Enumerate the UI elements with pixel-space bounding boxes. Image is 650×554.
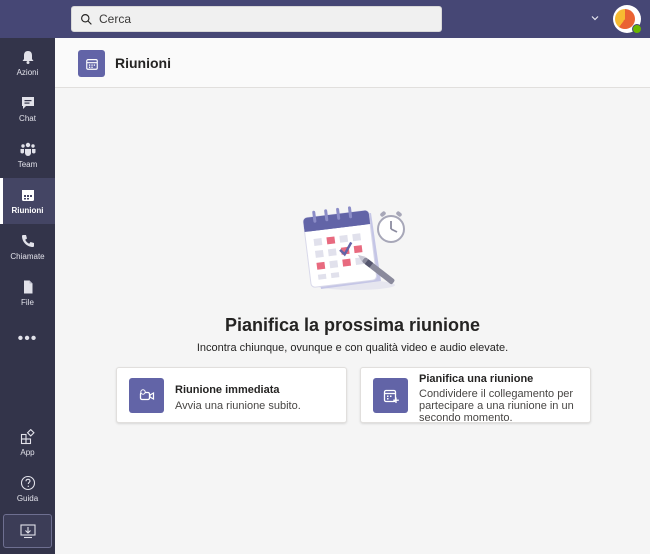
apps-icon <box>20 429 35 445</box>
help-icon <box>20 475 35 491</box>
calendar-illustration-icon <box>302 206 405 290</box>
card-title: Pianifica una riunione <box>419 373 534 385</box>
rail-item-riunioni[interactable]: Riunioni <box>0 178 55 224</box>
schedule-meeting-card[interactable]: Pianifica una riunione Condividere il co… <box>360 367 591 424</box>
meet-now-card[interactable]: Riunione immediata Avvia una riunione su… <box>116 367 347 423</box>
rail-item-chiamate[interactable]: Chiamate <box>0 224 55 270</box>
meetings-app-icon <box>78 50 105 77</box>
team-icon <box>20 142 35 156</box>
phone-icon <box>21 235 34 247</box>
top-bar: Cerca <box>0 0 650 38</box>
app-rail: Azioni Chat Team Riunioni Chiamate File … <box>0 38 55 554</box>
chevron-down-icon[interactable] <box>590 13 600 23</box>
meet-now-icon-tile <box>129 378 164 413</box>
download-app-button[interactable] <box>3 514 52 548</box>
rail-item-file[interactable]: File <box>0 270 55 316</box>
presence-badge-icon <box>632 24 642 34</box>
search-input[interactable]: Cerca <box>71 6 442 32</box>
download-icon <box>19 524 36 539</box>
calendar-icon <box>85 58 98 70</box>
chat-icon <box>21 97 34 109</box>
rail-item-chat[interactable]: Chat <box>0 86 55 132</box>
rail-item-team[interactable]: Team <box>0 132 55 178</box>
main-content: Pianifica la prossima riunione Incontra … <box>55 89 650 554</box>
empty-state-subtitle: Incontra chiunque, ovunque e con qualità… <box>196 342 509 354</box>
rail-item-label: Riunioni <box>11 206 44 215</box>
empty-state-title: Pianifica la prossima riunione <box>224 315 481 335</box>
page-title: Riunioni <box>115 55 171 71</box>
search-placeholder: Cerca <box>99 12 132 26</box>
bell-icon <box>22 51 33 64</box>
rail-item-app[interactable]: App <box>0 420 55 466</box>
rail-item-label: Chiamate <box>10 252 45 261</box>
page-header: Riunioni <box>55 38 650 88</box>
card-description: Avvia una riunione subito. <box>175 400 301 412</box>
card-title: Riunione immediata <box>175 384 280 396</box>
schedule-icon-tile <box>373 378 408 413</box>
video-camera-icon <box>139 388 154 400</box>
rail-item-label: Guida <box>16 494 39 503</box>
rail-item-guida[interactable]: Guida <box>0 466 55 512</box>
rail-item-label: Azioni <box>16 68 39 77</box>
rail-item-label: App <box>20 448 35 457</box>
rail-item-azioni[interactable]: Azioni <box>0 40 55 86</box>
rail-item-label: File <box>21 298 34 307</box>
more-apps-icon[interactable]: ••• <box>0 330 55 348</box>
file-icon <box>23 280 32 294</box>
card-description: Condividere il collegamento per partecip… <box>419 388 574 424</box>
calendar-add-icon <box>383 389 399 403</box>
rail-item-label: Chat <box>19 114 36 123</box>
calendar-icon <box>21 190 34 201</box>
rail-item-label: Team <box>17 160 38 169</box>
search-icon <box>81 13 92 25</box>
